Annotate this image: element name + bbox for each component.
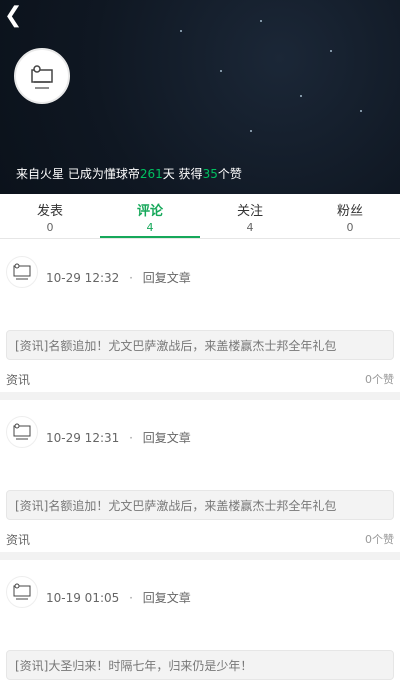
likes-count: 35 xyxy=(202,167,218,181)
meta-dot-icon: · xyxy=(129,271,133,285)
days-count: 261 xyxy=(139,167,163,181)
post-category[interactable]: 资讯 xyxy=(6,533,30,547)
article-snippet[interactable]: [资讯]名额追加！尤文巴萨激战后，来盖楼赢杰士邦全年礼包 xyxy=(6,330,394,360)
post-meta: 10-29 12:31 · 回复文章 xyxy=(46,429,191,446)
user-avatar xyxy=(6,416,38,448)
post-footer: 资讯 0个赞 xyxy=(6,371,394,388)
post-action: 回复文章 xyxy=(142,271,191,285)
profile-summary: 来自火星 已成为懂球帝261天 获得35个赞 xyxy=(16,165,242,182)
feed-separator xyxy=(0,392,400,400)
avatar-mini-icon xyxy=(13,263,31,280)
list-item: 10-29 12:31 · 回复文章 [资讯]名额追加！尤文巴萨激战后，来盖楼赢… xyxy=(0,400,400,552)
article-snippet[interactable]: [资讯]名额追加！尤文巴萨激战后，来盖楼赢杰士邦全年礼包 xyxy=(6,490,394,520)
post-action: 回复文章 xyxy=(142,591,191,605)
list-item: 10-19 01:05 · 回复文章 [资讯]大圣归来！时隔七年，归来仍是少年！ xyxy=(0,560,400,692)
tab-posts[interactable]: 发表 0 xyxy=(0,194,100,238)
tab-comments[interactable]: 评论 4 xyxy=(100,194,200,238)
summary-suffix: 个赞 xyxy=(217,167,242,181)
post-meta: 10-19 01:05 · 回复文章 xyxy=(46,589,191,606)
back-arrow-icon[interactable]: ❮ xyxy=(4,4,28,28)
tab-label: 评论 xyxy=(136,204,163,219)
summary-prefix: 来自火星 已成为懂球帝 xyxy=(16,167,140,181)
user-avatar xyxy=(6,256,38,288)
avatar-mini-icon xyxy=(13,583,31,600)
tab-count: 0 xyxy=(346,221,354,234)
user-avatar xyxy=(6,576,38,608)
post-time: 10-29 12:31 xyxy=(46,431,120,445)
post-likes[interactable]: 0个赞 xyxy=(365,531,394,547)
tab-count: 4 xyxy=(246,221,254,234)
comments-feed: 10-29 12:32 · 回复文章 [资讯]名额追加！尤文巴萨激战后，来盖楼赢… xyxy=(0,240,400,692)
meta-dot-icon: · xyxy=(129,591,133,605)
feed-separator xyxy=(0,552,400,560)
summary-mid: 天 获得 xyxy=(162,167,203,181)
meta-dot-icon: · xyxy=(129,431,133,445)
profile-header: ❮ 来自火星 已成为懂球帝261天 获得35个赞 xyxy=(0,0,400,194)
avatar-mini-icon xyxy=(13,423,31,440)
tab-count: 4 xyxy=(146,221,154,234)
active-tab-underline xyxy=(100,236,200,238)
tab-label: 关注 xyxy=(236,204,263,219)
post-time: 10-29 12:32 xyxy=(46,271,120,285)
avatar[interactable] xyxy=(14,48,70,104)
profile-tabs: 发表 0 评论 4 关注 4 粉丝 0 xyxy=(0,194,400,239)
tab-count: 0 xyxy=(46,221,54,234)
post-time: 10-19 01:05 xyxy=(46,591,120,605)
post-footer: 资讯 0个赞 xyxy=(6,531,394,548)
post-action: 回复文章 xyxy=(142,431,191,445)
post-likes[interactable]: 0个赞 xyxy=(365,371,394,387)
tab-following[interactable]: 关注 4 xyxy=(200,194,300,238)
post-category[interactable]: 资讯 xyxy=(6,373,30,387)
tab-label: 发表 xyxy=(36,204,63,219)
tab-followers[interactable]: 粉丝 0 xyxy=(300,194,400,238)
article-snippet[interactable]: [资讯]大圣归来！时隔七年，归来仍是少年！ xyxy=(6,650,394,680)
avatar-illustration-icon xyxy=(26,60,58,92)
post-meta: 10-29 12:32 · 回复文章 xyxy=(46,269,191,286)
list-item: 10-29 12:32 · 回复文章 [资讯]名额追加！尤文巴萨激战后，来盖楼赢… xyxy=(0,240,400,392)
tab-label: 粉丝 xyxy=(336,204,363,219)
